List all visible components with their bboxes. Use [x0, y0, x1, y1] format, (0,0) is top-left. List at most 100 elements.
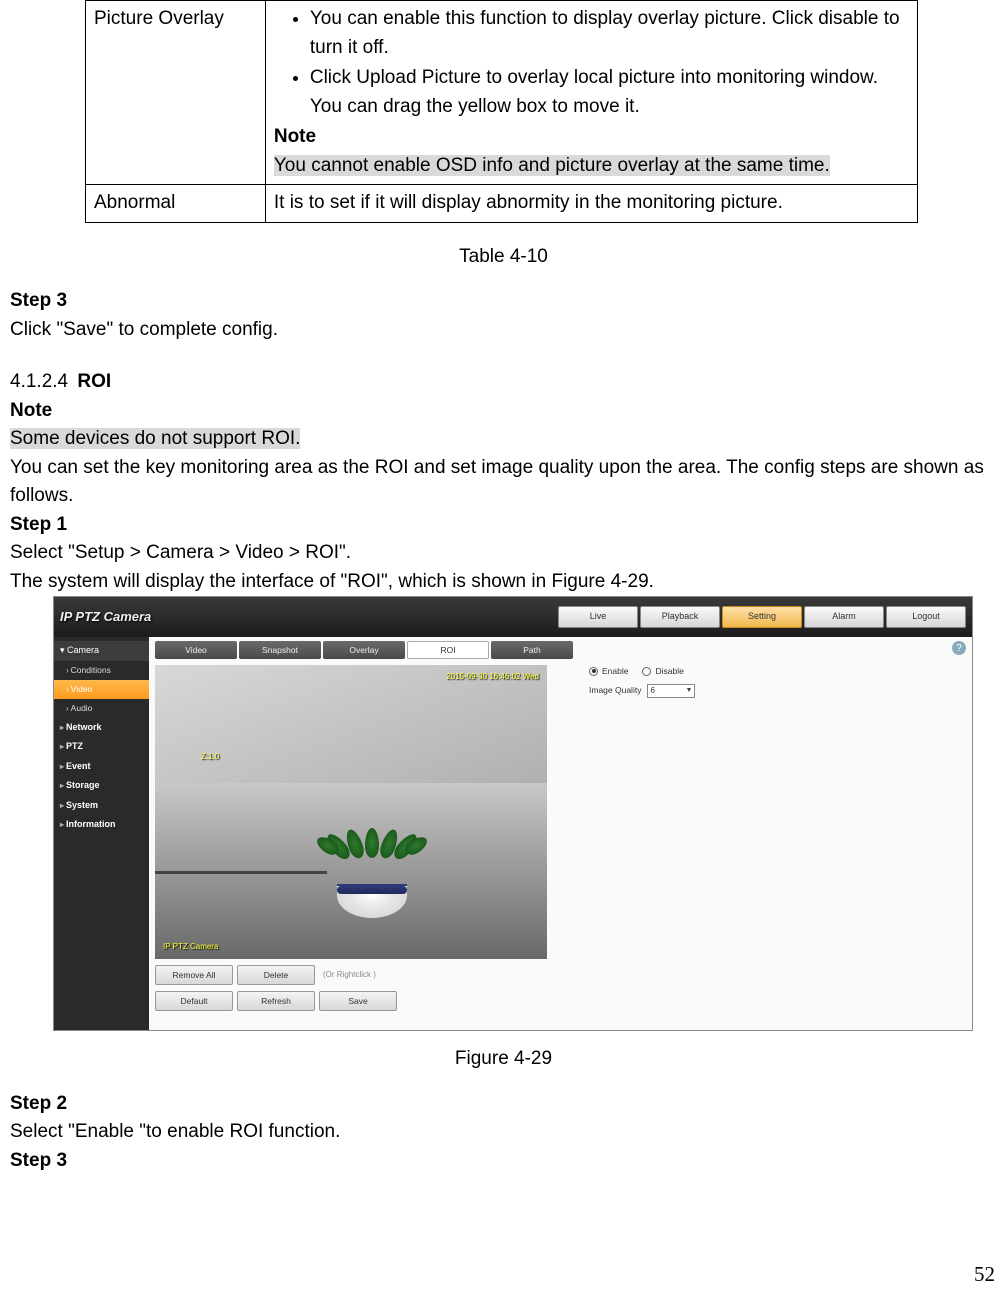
- plant-icon: [327, 858, 417, 918]
- sidebar-item-label: Audio: [71, 703, 93, 713]
- param-name: Abnormal: [86, 185, 266, 223]
- chevron-right-icon: ▸: [60, 762, 64, 771]
- remove-all-button[interactable]: Remove All: [155, 965, 233, 985]
- note-text: Some devices do not support ROI.: [10, 428, 300, 449]
- step-label: Step 3: [10, 287, 997, 316]
- image-quality-select[interactable]: 6 ▼: [647, 684, 695, 698]
- nav-live-button[interactable]: Live: [558, 606, 638, 628]
- button-row: Default Refresh Save: [155, 991, 966, 1011]
- sidebar-item-label: Video: [71, 684, 93, 694]
- chevron-right-icon: ›: [66, 704, 69, 713]
- sidebar-item-label: Event: [66, 761, 91, 771]
- roi-options-panel: Enable Disable Image Quality 6 ▼: [589, 665, 695, 698]
- note-label: Note: [10, 397, 997, 426]
- select-value: 6: [650, 685, 654, 697]
- app-header: IP PTZ Camera Live Playback Setting Alar…: [54, 597, 972, 637]
- image-quality-label: Image Quality: [589, 684, 641, 697]
- table-row: Picture Overlay You can enable this func…: [86, 1, 918, 185]
- param-name: Picture Overlay: [86, 1, 266, 185]
- step-text: Select "Setup > Camera > Video > ROI".: [10, 539, 997, 568]
- refresh-button[interactable]: Refresh: [237, 991, 315, 1011]
- tab-snapshot[interactable]: Snapshot: [239, 641, 321, 659]
- osd-timestamp: 2015-09-30 16:46:02 Wed: [446, 671, 539, 683]
- tab-roi[interactable]: ROI: [407, 641, 489, 659]
- sidebar-header-label: Camera: [67, 645, 99, 655]
- section-intro: You can set the key monitoring area as t…: [10, 454, 997, 511]
- sidebar-group-information[interactable]: ▸Information: [54, 815, 149, 835]
- osd-channel-name: IP PTZ Camera: [163, 941, 218, 953]
- sidebar-header-camera[interactable]: ▾ Camera: [54, 641, 149, 661]
- disable-radio[interactable]: [642, 667, 651, 676]
- sidebar: ▾ Camera ›Conditions ›Video ›Audio ▸Netw…: [54, 637, 149, 1030]
- image-quality-row: Image Quality 6 ▼: [589, 684, 695, 698]
- enable-disable-group: Enable Disable: [589, 665, 695, 678]
- tab-bar: Video Snapshot Overlay ROI Path: [155, 641, 966, 659]
- sidebar-item-conditions[interactable]: ›Conditions: [54, 661, 149, 680]
- sidebar-item-video[interactable]: ›Video: [54, 680, 149, 699]
- bullet-list: You can enable this function to display …: [274, 5, 909, 121]
- sidebar-item-label: Conditions: [71, 665, 111, 675]
- sidebar-item-audio[interactable]: ›Audio: [54, 699, 149, 718]
- list-item: You can enable this function to display …: [310, 5, 909, 62]
- nav-alarm-button[interactable]: Alarm: [804, 606, 884, 628]
- tab-overlay[interactable]: Overlay: [323, 641, 405, 659]
- roi-screenshot: IP PTZ Camera Live Playback Setting Alar…: [53, 596, 973, 1031]
- step-label: Step 2: [10, 1090, 997, 1119]
- save-button[interactable]: Save: [319, 991, 397, 1011]
- sidebar-group-system[interactable]: ▸System: [54, 796, 149, 816]
- video-preview[interactable]: 2015-09-30 16:46:02 Wed Z:1.0 IP PTZ Cam…: [155, 665, 547, 959]
- chevron-right-icon: ›: [66, 685, 69, 694]
- sidebar-item-label: Storage: [66, 780, 100, 790]
- chevron-right-icon: ▸: [60, 820, 64, 829]
- section-number: 4.1.2.4: [10, 371, 68, 392]
- list-item: Click Upload Picture to overlay local pi…: [310, 64, 909, 121]
- chevron-right-icon: ›: [66, 666, 69, 675]
- default-button[interactable]: Default: [155, 991, 233, 1011]
- sidebar-group-event[interactable]: ▸Event: [54, 757, 149, 777]
- sidebar-item-label: Network: [66, 722, 102, 732]
- enable-radio[interactable]: [589, 667, 598, 676]
- chevron-right-icon: ▸: [60, 781, 64, 790]
- sidebar-item-label: PTZ: [66, 741, 83, 751]
- sidebar-group-storage[interactable]: ▸Storage: [54, 776, 149, 796]
- table-row: Abnormal It is to set if it will display…: [86, 185, 918, 223]
- tab-path[interactable]: Path: [491, 641, 573, 659]
- enable-label: Enable: [602, 665, 628, 678]
- disable-label: Disable: [655, 665, 683, 678]
- rightclick-hint: (Or Rightclick ): [323, 969, 376, 981]
- section-heading: 4.1.2.4 ROI: [10, 368, 997, 397]
- sidebar-group-ptz[interactable]: ▸PTZ: [54, 737, 149, 757]
- step-text: Select "Enable "to enable ROI function.: [10, 1118, 997, 1147]
- step-text: Click "Save" to complete config.: [10, 316, 997, 345]
- step-label: Step 1: [10, 511, 997, 540]
- chevron-right-icon: ▸: [60, 723, 64, 732]
- chevron-right-icon: ▸: [60, 801, 64, 810]
- sidebar-item-label: System: [66, 800, 98, 810]
- param-desc: You can enable this function to display …: [265, 1, 917, 185]
- step-text: The system will display the interface of…: [10, 568, 997, 597]
- delete-button[interactable]: Delete: [237, 965, 315, 985]
- param-desc: It is to set if it will display abnormit…: [265, 185, 917, 223]
- osd-zoom: Z:1.0: [201, 751, 219, 763]
- button-row: Remove All Delete (Or Rightclick ): [155, 965, 966, 985]
- note-label: Note: [274, 123, 909, 152]
- section-title: ROI: [77, 371, 111, 392]
- tab-video[interactable]: Video: [155, 641, 237, 659]
- chevron-right-icon: ▸: [60, 742, 64, 751]
- chevron-down-icon: ▼: [686, 686, 693, 697]
- chevron-down-icon: ▾: [60, 645, 65, 655]
- app-logo: IP PTZ Camera: [60, 607, 556, 627]
- table-caption: Table 4-10: [5, 243, 1002, 272]
- step-label: Step 3: [10, 1147, 997, 1176]
- page-number: 52: [974, 1259, 995, 1291]
- parameter-table: Picture Overlay You can enable this func…: [85, 0, 918, 223]
- nav-logout-button[interactable]: Logout: [886, 606, 966, 628]
- nav-playback-button[interactable]: Playback: [640, 606, 720, 628]
- note-text: You cannot enable OSD info and picture o…: [274, 155, 830, 176]
- nav-setting-button[interactable]: Setting: [722, 606, 802, 628]
- main-panel: ? Video Snapshot Overlay ROI Path: [149, 637, 972, 1030]
- help-icon[interactable]: ?: [952, 641, 966, 655]
- figure-caption: Figure 4-29: [5, 1045, 1002, 1074]
- sidebar-group-network[interactable]: ▸Network: [54, 718, 149, 738]
- sidebar-item-label: Information: [66, 819, 116, 829]
